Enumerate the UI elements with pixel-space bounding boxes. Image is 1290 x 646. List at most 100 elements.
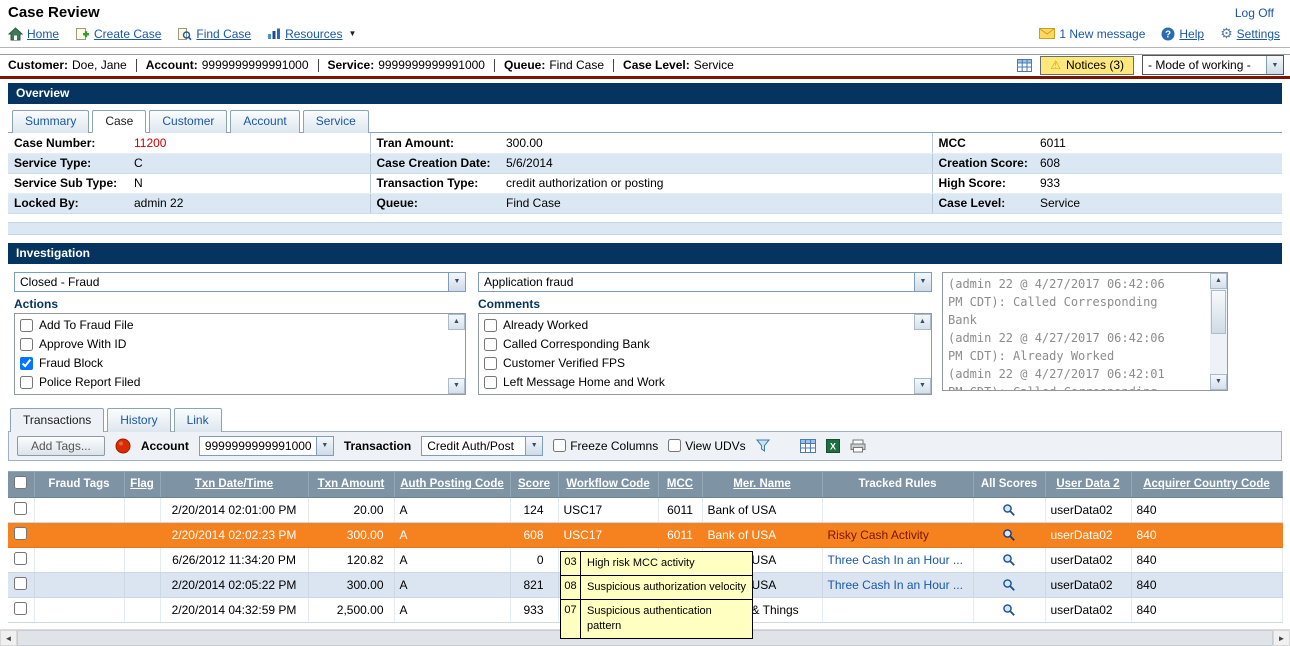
scroll-down-icon[interactable]: ▼ [914,378,931,394]
scroll-left-icon[interactable]: ◄ [0,630,17,646]
tab-summary[interactable]: Summary [12,110,89,133]
transaction-select[interactable]: Credit Auth/Post ▼ [421,436,543,456]
action-checkbox[interactable] [20,319,33,332]
col-txn-amount[interactable]: Txn Amount [308,471,394,497]
col-auth-posting-code[interactable]: Auth Posting Code [394,471,510,497]
comment-checkbox[interactable] [484,376,497,389]
tab-case[interactable]: Case [92,110,146,133]
tracked-rule-link[interactable]: Three Cash In an Hour ... [828,578,963,592]
field-value: 6011 [1034,133,1282,153]
case-status-select[interactable]: Closed - Fraud ▼ [14,272,466,292]
cell-all-scores [973,522,1045,547]
magnifier-icon[interactable] [979,578,1040,592]
scroll-up-icon[interactable]: ▲ [448,314,465,330]
row-checkbox[interactable] [14,577,27,590]
row-checkbox[interactable] [14,552,27,565]
chevron-down-icon: ▼ [1266,56,1283,74]
log-off-link[interactable]: Log Off [1235,6,1274,20]
scrollbar[interactable]: ▲ ▼ [914,314,931,394]
comment-checkbox[interactable] [484,338,497,351]
nav-find-case[interactable]: Find Case [177,27,251,41]
col-score[interactable]: Score [510,471,558,497]
notices-button[interactable]: ⚠ Notices (3) [1040,56,1134,75]
action-item[interactable]: Add To Fraud File [20,316,443,335]
action-checkbox[interactable] [20,338,33,351]
col-acquirer-country-code[interactable]: Acquirer Country Code [1131,471,1282,497]
scroll-up-icon[interactable]: ▲ [914,314,931,330]
scroll-down-icon[interactable]: ▼ [448,378,465,394]
comment-item[interactable]: Customer Verified FPS [484,354,909,373]
scrollbar[interactable]: ▲ ▼ [448,314,465,394]
freeze-columns-checkbox[interactable]: Freeze Columns [553,439,658,453]
select-all-checkbox[interactable] [14,476,27,489]
checkbox[interactable] [668,439,681,452]
tab-history[interactable]: History [107,408,170,432]
cell-acquirer: 840 [1131,597,1282,622]
scroll-right-icon[interactable]: ► [1273,630,1290,646]
account-select[interactable]: 9999999999991000 ▼ [199,436,334,456]
mode-of-working-select[interactable]: - Mode of working - ▼ [1142,55,1284,75]
nav-resources[interactable]: Resources ▼ [267,27,356,41]
tab-customer[interactable]: Customer [149,110,227,133]
col-flag[interactable]: Flag [124,471,160,497]
tracked-rule-link[interactable]: Risky Cash Activity [828,528,929,542]
cell-all-scores [973,597,1045,622]
action-checkbox[interactable] [20,376,33,389]
add-tags-button[interactable]: Add Tags... [17,436,105,456]
action-item[interactable]: Approve With ID [20,335,443,354]
funnel-icon[interactable] [756,439,770,452]
comment-item[interactable]: Called Corresponding Bank [484,335,909,354]
tab-account[interactable]: Account [230,110,299,133]
col-workflow-code[interactable]: Workflow Code [558,471,658,497]
divider [613,59,614,72]
tracked-rule-link[interactable]: Three Cash In an Hour ... [828,553,963,567]
col-mcc[interactable]: MCC [658,471,702,497]
col-user-data-2[interactable]: User Data 2 [1045,471,1131,497]
comment-item[interactable]: Left Message Home and Work [484,373,909,392]
table-row[interactable]: 2/20/2014 02:01:00 PM 20.00 A 124 USC17 … [8,497,1282,522]
row-checkbox[interactable] [14,527,27,540]
table-row-selected[interactable]: 2/20/2014 02:02:23 PM 300.00 A 608 USC17… [8,522,1282,547]
export-excel-icon[interactable]: X [826,439,840,453]
comment-checkbox[interactable] [484,319,497,332]
grid-icon[interactable] [1017,59,1032,72]
nav-create-case[interactable]: Create Case [75,27,161,41]
scroll-up-icon[interactable]: ▲ [1210,273,1227,289]
view-udvs-checkbox[interactable]: View UDVs [668,439,745,453]
scrollbar[interactable]: ▲ ▼ [1210,273,1227,390]
nav-settings[interactable]: ⚙ Settings [1220,25,1280,42]
checkbox[interactable] [553,439,566,452]
cell-workflow: USC17 [558,522,658,547]
col-txn-date[interactable]: Txn Date/Time [160,471,308,497]
print-icon[interactable] [850,439,866,453]
action-checkbox[interactable] [20,357,33,370]
select-all-header [8,471,34,497]
comments-panel: Already Worked Called Corresponding Bank… [478,313,932,395]
fraud-type-select[interactable]: Application fraud ▼ [478,272,932,292]
tab-link[interactable]: Link [174,408,222,432]
comment-log[interactable]: (admin 22 @ 4/27/2017 06:42:06 PM CDT): … [942,272,1228,391]
row-checkbox[interactable] [14,502,27,515]
block-icon[interactable] [115,438,131,454]
action-item[interactable]: Police Report Filed [20,373,443,392]
scroll-thumb[interactable] [1211,290,1226,334]
magnifier-icon[interactable] [979,528,1040,542]
scroll-down-icon[interactable]: ▼ [1210,374,1227,390]
magnifier-icon[interactable] [979,503,1040,517]
col-mer-name[interactable]: Mer. Name [702,471,822,497]
magnifier-icon[interactable] [979,603,1040,617]
comment-item[interactable]: Already Worked [484,316,909,335]
grid-view-icon[interactable] [800,439,816,453]
tab-service[interactable]: Service [303,110,369,133]
action-item[interactable]: Fraud Block [20,354,443,373]
cell-txn-amount: 120.82 [308,547,394,572]
magnifier-icon[interactable] [979,553,1040,567]
new-message-link[interactable]: 1 New message [1039,27,1145,41]
rule-code: 03 [561,552,581,575]
row-checkbox[interactable] [14,602,27,615]
nav-help[interactable]: ? Help [1161,27,1204,41]
nav-home[interactable]: Home [8,27,59,41]
cell-auth-code: A [394,572,510,597]
tab-transactions[interactable]: Transactions [10,408,104,432]
comment-checkbox[interactable] [484,357,497,370]
